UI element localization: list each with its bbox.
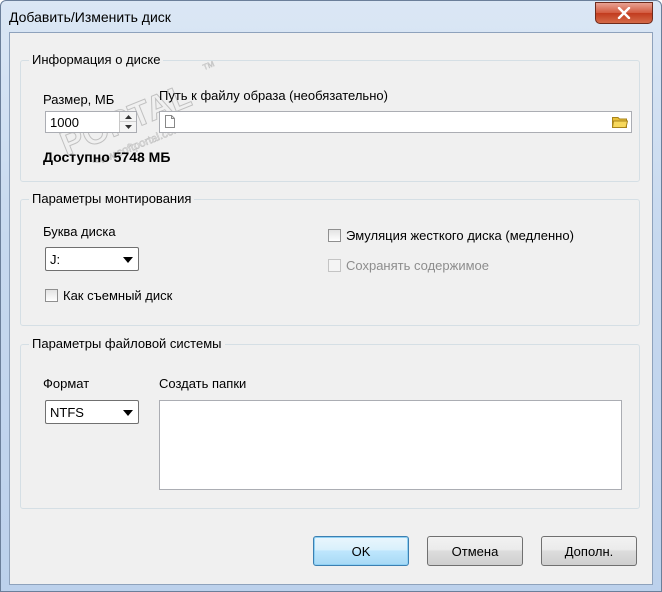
format-select[interactable]: NTFS: [45, 400, 139, 424]
filesystem-group: Параметры файловой системы Формат Создат…: [20, 336, 640, 509]
mount-caption: Параметры монтирования: [29, 191, 195, 206]
file-icon: [165, 115, 175, 128]
size-spinner[interactable]: 1000: [45, 111, 137, 133]
path-label: Путь к файлу образа (необязательно): [159, 88, 388, 103]
filesystem-caption: Параметры файловой системы: [29, 336, 225, 351]
chevron-up-icon: [124, 114, 132, 119]
hdd-emulation-label: Эмуляция жесткого диска (медленно): [346, 228, 574, 243]
size-label: Размер, МБ: [43, 92, 115, 107]
drive-letter-label: Буква диска: [43, 224, 116, 239]
disk-info-caption: Информация о диске: [29, 52, 164, 67]
hdd-emulation-checkbox[interactable]: [328, 229, 341, 242]
removable-label: Как съемный диск: [63, 288, 173, 303]
ok-button[interactable]: OK: [313, 536, 409, 566]
spin-down-button[interactable]: [120, 122, 136, 132]
persist-checkbox: [328, 259, 341, 272]
more-button[interactable]: Дополн.: [541, 536, 637, 566]
removable-checkbox-row[interactable]: Как съемный диск: [45, 288, 172, 303]
size-spinner-arrows: [119, 112, 136, 132]
dialog-window: Добавить/Изменить диск PORTAL www.softpo…: [0, 0, 662, 592]
persist-label: Сохранять содержимое: [346, 258, 489, 273]
close-icon: [617, 7, 631, 19]
hdd-emulation-checkbox-row[interactable]: Эмуляция жесткого диска (медленно): [328, 228, 574, 243]
folders-label: Создать папки: [159, 376, 247, 391]
format-value: NTFS: [50, 405, 84, 420]
ok-label: OK: [351, 543, 371, 559]
available-space: Доступно 5748 МБ: [43, 149, 171, 165]
format-label: Формат: [43, 376, 90, 391]
create-folders-textarea[interactable]: [159, 400, 622, 490]
dialog-body: PORTAL www.softportal.com TM Информация …: [9, 32, 653, 585]
dropdown-arrow-icon: [123, 257, 133, 263]
drive-letter-select[interactable]: J:: [45, 247, 139, 271]
close-button[interactable]: [595, 2, 653, 24]
folder-icon[interactable]: [612, 115, 628, 129]
more-label: Дополн.: [564, 543, 614, 559]
window-title: Добавить/Изменить диск: [9, 9, 171, 25]
title-bar[interactable]: Добавить/Изменить диск: [1, 1, 661, 33]
cancel-label: Отмена: [451, 543, 499, 559]
drive-letter-value: J:: [50, 252, 61, 267]
mount-group: Параметры монтирования Буква диска J: Ка…: [20, 191, 640, 326]
disk-info-group: Информация о диске Размер, МБ Путь к фай…: [20, 52, 640, 182]
image-path-input[interactable]: [159, 111, 632, 133]
chevron-down-icon: [124, 125, 132, 129]
dropdown-arrow-icon: [123, 410, 133, 416]
persist-checkbox-row: Сохранять содержимое: [328, 258, 489, 273]
cancel-button[interactable]: Отмена: [427, 536, 523, 566]
removable-checkbox[interactable]: [45, 289, 58, 302]
spin-up-button[interactable]: [120, 112, 136, 122]
size-value: 1000: [50, 115, 79, 130]
